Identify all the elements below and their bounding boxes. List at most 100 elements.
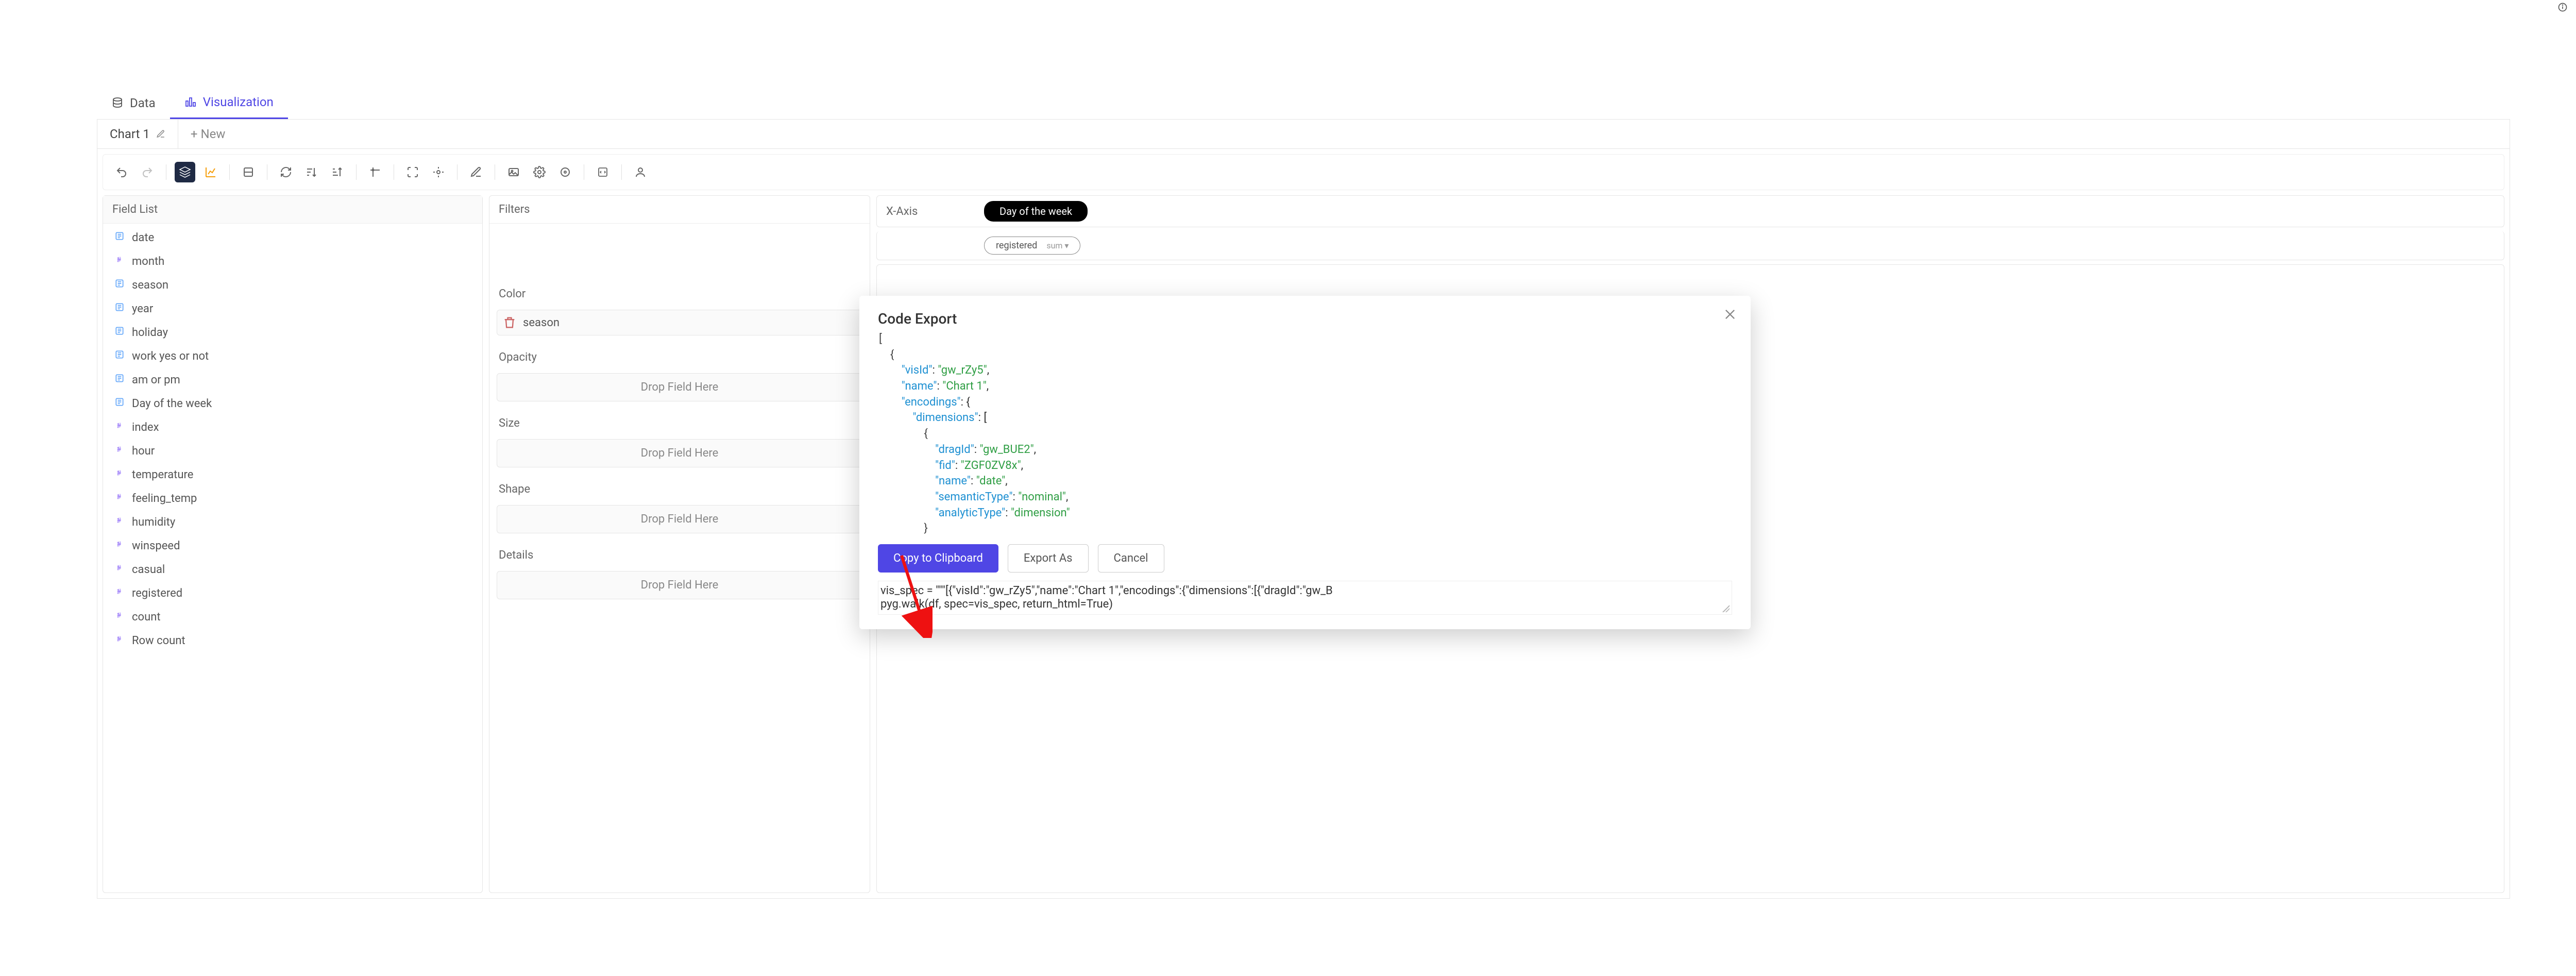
export-image-button[interactable] — [503, 162, 524, 182]
field-item[interactable]: #Row count — [103, 629, 482, 652]
chart-tab-bar: Chart 1 + New — [97, 120, 2510, 149]
edit-icon[interactable] — [156, 129, 165, 139]
opacity-drop[interactable]: Drop Field Here — [497, 373, 862, 401]
close-icon[interactable] — [1723, 307, 1737, 322]
mark-type-button[interactable] — [200, 162, 221, 182]
quantitative-icon: # — [114, 515, 125, 529]
config-button[interactable] — [529, 162, 550, 182]
field-item-label: registered — [132, 587, 182, 600]
quantitative-icon: # — [114, 492, 125, 505]
chart-tab-1-label: Chart 1 — [110, 127, 150, 141]
tab-data[interactable]: Data — [97, 87, 170, 119]
field-item-label: humidity — [132, 516, 175, 529]
svg-text:#: # — [117, 564, 122, 572]
field-item-label: month — [132, 255, 164, 268]
y-axis-pill[interactable]: registered sum ▾ — [984, 237, 1080, 255]
quantitative-icon: # — [114, 634, 125, 647]
undo-button[interactable] — [111, 162, 132, 182]
field-item[interactable]: # casual — [103, 558, 482, 581]
field-item-label: am or pm — [132, 374, 180, 386]
field-item[interactable]: work yes or not — [103, 344, 482, 368]
field-item-label: holiday — [132, 326, 168, 339]
field-item-label: season — [132, 279, 168, 292]
field-item[interactable]: holiday — [103, 321, 482, 344]
field-item[interactable]: #hour — [103, 439, 482, 463]
code-block[interactable]: [ { "visId": "gw_rZy5", "name": "Chart 1… — [879, 331, 1731, 537]
svg-text:#: # — [117, 612, 122, 619]
info-icon[interactable] — [2557, 2, 2568, 14]
layout-button[interactable] — [402, 162, 423, 182]
code-export-modal: Code Export [ { "visId": "gw_rZy5", "nam… — [859, 296, 1751, 629]
field-item[interactable]: # winspeed — [103, 534, 482, 558]
tab-data-label: Data — [130, 96, 156, 110]
tab-visualization[interactable]: Visualization — [170, 87, 288, 119]
svg-text:#: # — [117, 256, 122, 264]
shape-drop[interactable]: Drop Field Here — [497, 505, 862, 533]
size-header: Size — [489, 410, 870, 437]
modal-title: Code Export — [878, 310, 1732, 327]
field-item-label: count — [132, 611, 161, 624]
quantitative-icon: # — [114, 468, 125, 481]
trash-icon[interactable] — [502, 315, 517, 330]
svg-text:#: # — [117, 446, 122, 453]
field-item[interactable]: year — [103, 297, 482, 321]
x-axis-row[interactable]: X-Axis Day of the week — [876, 195, 2504, 227]
y-axis-row[interactable]: registered sum ▾ — [876, 231, 2504, 260]
export-as-button[interactable]: Export As — [1008, 544, 1089, 573]
output-textarea[interactable]: vis_spec = """[{"visId":"gw_rZy5","name"… — [878, 581, 1732, 615]
field-item-label: winspeed — [132, 540, 180, 552]
field-item[interactable]: Day of the week — [103, 392, 482, 415]
nominal-icon — [114, 231, 125, 244]
quantitative-icon: # — [114, 563, 125, 576]
svg-text:#: # — [117, 517, 122, 525]
field-item-label: date — [132, 231, 154, 244]
shape-header: Shape — [489, 476, 870, 503]
field-item[interactable]: # month — [103, 249, 482, 273]
field-item[interactable]: am or pm — [103, 368, 482, 392]
size-drop[interactable]: Drop Field Here — [497, 439, 862, 467]
color-encoding-pill[interactable]: season — [497, 310, 862, 335]
field-item[interactable]: #feeling_temp — [103, 486, 482, 510]
field-item-label: Day of the week — [132, 397, 212, 410]
transpose-button[interactable] — [365, 162, 385, 182]
field-list-panel: Field List date # month season year holiday wo… — [103, 195, 483, 893]
chart-tab-1[interactable]: Chart 1 — [97, 120, 178, 148]
sort-asc-button[interactable] — [301, 162, 322, 182]
nominal-icon — [114, 326, 125, 339]
nominal-icon — [114, 349, 125, 363]
field-item-label: index — [132, 421, 159, 434]
opacity-header: Opacity — [489, 344, 870, 371]
details-drop[interactable]: Drop Field Here — [497, 571, 862, 599]
nominal-icon — [114, 397, 125, 410]
user-icon[interactable] — [630, 162, 651, 182]
settings-button[interactable] — [555, 162, 575, 182]
copy-to-clipboard-button[interactable]: Copy to Clipboard — [878, 544, 998, 573]
field-item[interactable]: #registered — [103, 581, 482, 605]
filters-header: Filters — [489, 196, 870, 224]
encodings-panel: Filters Color season Opacity Drop Field … — [489, 195, 870, 893]
aggregation-button[interactable] — [175, 162, 195, 182]
quantitative-icon: # — [114, 420, 125, 434]
stack-button[interactable] — [238, 162, 259, 182]
code-export-button[interactable] — [592, 162, 613, 182]
cancel-button[interactable]: Cancel — [1098, 544, 1164, 573]
refresh-button[interactable] — [276, 162, 296, 182]
field-item[interactable]: # count — [103, 605, 482, 629]
new-chart-tab[interactable]: + New — [178, 120, 238, 148]
field-item-label: year — [132, 302, 153, 315]
field-item[interactable]: # index — [103, 415, 482, 439]
field-item-label: casual — [132, 563, 165, 576]
redo-button[interactable] — [137, 162, 158, 182]
field-item[interactable]: date — [103, 226, 482, 249]
svg-text:#: # — [117, 469, 122, 477]
svg-text:#: # — [117, 541, 122, 548]
field-item[interactable]: # humidity — [103, 510, 482, 534]
coord-button[interactable] — [428, 162, 449, 182]
x-axis-pill[interactable]: Day of the week — [984, 201, 1088, 222]
field-item[interactable]: season — [103, 273, 482, 297]
field-list-header: Field List — [103, 196, 482, 224]
sort-desc-button[interactable] — [327, 162, 348, 182]
details-header: Details — [489, 542, 870, 569]
field-item[interactable]: #temperature — [103, 463, 482, 486]
debug-button[interactable] — [466, 162, 486, 182]
